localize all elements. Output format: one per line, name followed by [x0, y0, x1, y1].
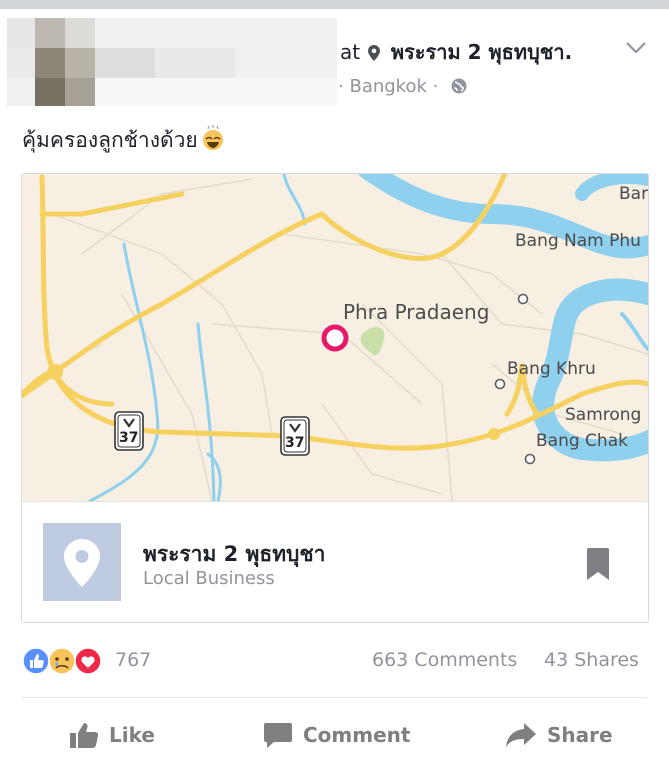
- post-header-line: at พระราม 2 พุธทบุชา.: [340, 36, 572, 68]
- post-message: คุ้มครองลูกช้างด้วย: [22, 124, 226, 157]
- comment-button[interactable]: Comment: [263, 718, 410, 752]
- map-label-phra-pradaeng: Phra Pradaeng: [343, 300, 490, 324]
- comments-count-link[interactable]: 663 Comments: [372, 649, 517, 671]
- meta-separator: ·: [338, 76, 344, 97]
- route-number-label: 37: [119, 430, 139, 446]
- chevron-down-icon[interactable]: [624, 40, 648, 56]
- post-message-text: คุ้มครองลูกช้างด้วย: [22, 128, 198, 152]
- place-card[interactable]: 37 37 Phra Pradaeng Bang Nam Phu Bar Ban…: [21, 173, 649, 623]
- checkin-location-link[interactable]: พระราม 2 พุธทบุชา.: [391, 40, 572, 64]
- sad-reaction-icon: [48, 647, 76, 675]
- share-button[interactable]: Share: [505, 718, 613, 752]
- map-label-bang-khru: Bang Khru: [507, 359, 596, 379]
- place-name[interactable]: พระราม 2 พุธทบุชา: [143, 538, 325, 571]
- like-button[interactable]: Like: [69, 718, 155, 752]
- map-label-samrong: Samrong: [565, 405, 642, 425]
- like-reaction-icon: [22, 647, 50, 675]
- location-pin-icon: [368, 42, 381, 66]
- shares-count-link[interactable]: 43 Shares: [544, 649, 639, 671]
- city-link[interactable]: Bangkok: [349, 76, 426, 97]
- place-info-row[interactable]: พระราม 2 พุธทบุชา Local Business: [22, 502, 648, 622]
- comment-bubble-icon: [264, 723, 292, 748]
- meta-separator-2: ·: [432, 76, 439, 97]
- share-arrow-icon: [506, 723, 536, 747]
- map-view[interactable]: 37 37 Phra Pradaeng Bang Nam Phu Bar Ban…: [22, 174, 648, 502]
- thumbs-up-icon: [70, 723, 99, 748]
- place-category: Local Business: [143, 568, 275, 589]
- like-label: Like: [109, 723, 155, 747]
- reaction-icons: [22, 647, 102, 675]
- post-meta: · Bangkok ·: [338, 76, 468, 100]
- reaction-count[interactable]: 767: [115, 649, 151, 671]
- map-label-bar: Bar: [619, 184, 649, 204]
- globe-icon[interactable]: [450, 77, 468, 100]
- share-label: Share: [547, 723, 613, 747]
- place-thumbnail: [43, 523, 121, 601]
- love-reaction-icon: [74, 647, 102, 675]
- route-number-label: 37: [285, 435, 305, 451]
- blurred-author-info: [7, 18, 337, 106]
- map-pin-icon: [321, 324, 349, 352]
- bookmark-icon[interactable]: [587, 548, 609, 584]
- map-label-bang-chak: Bang Chak: [536, 431, 628, 451]
- actions-divider: [22, 697, 647, 698]
- place-placeholder-icon: [64, 539, 100, 587]
- header-partial-text: at: [340, 40, 361, 64]
- map-label-bang-nam-phu: Bang Nam Phu: [515, 231, 641, 251]
- comment-label: Comment: [303, 723, 411, 747]
- top-divider-bar: [0, 0, 669, 9]
- grinning-sweat-emoji: [200, 125, 226, 156]
